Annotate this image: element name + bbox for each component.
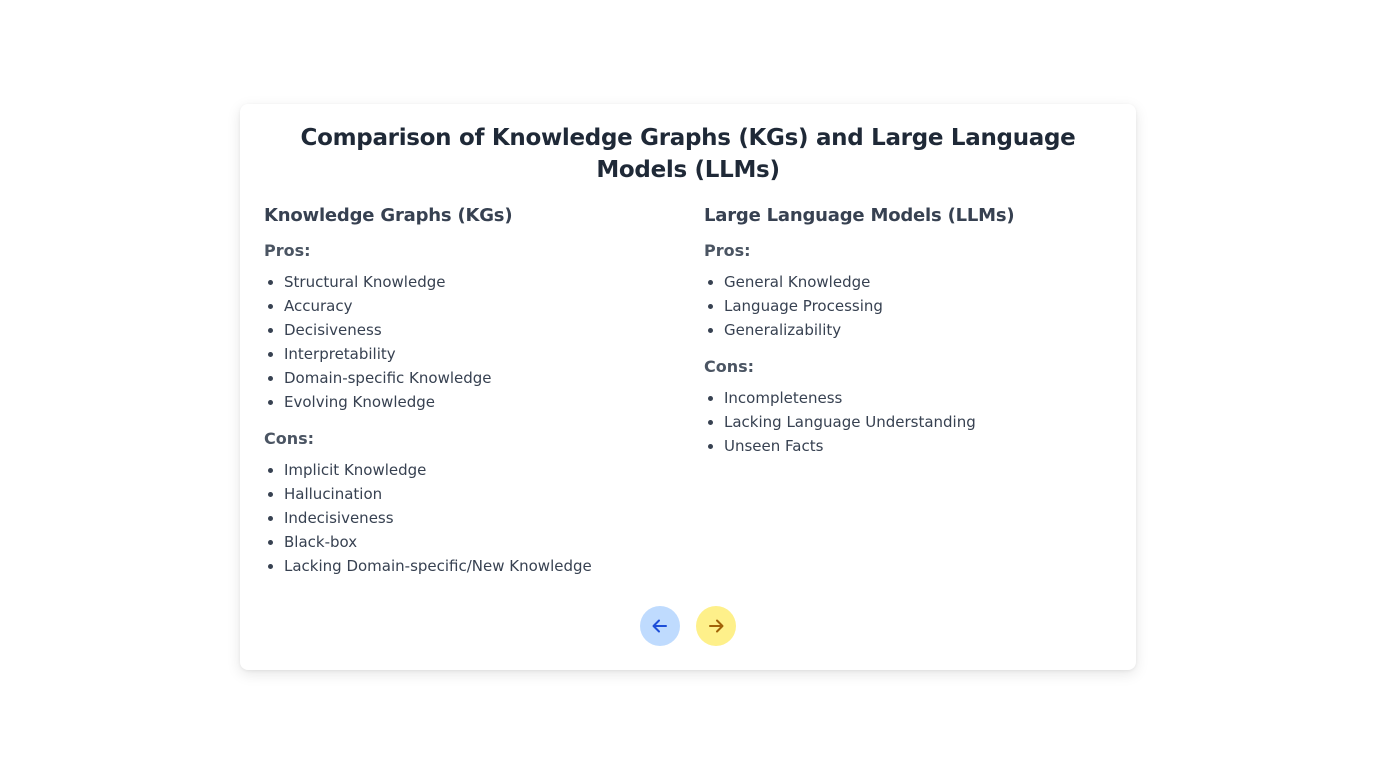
list-item: Structural Knowledge [284, 270, 684, 294]
kgs-cons-list: Implicit Knowledge Hallucination Indecis… [264, 458, 684, 578]
slide-navigation [240, 606, 1136, 646]
list-item: Accuracy [284, 294, 684, 318]
llms-heading: Large Language Models (LLMs) [704, 205, 1015, 226]
llms-column: Large Language Models (LLMs) Pros: Gener… [704, 204, 1124, 458]
llms-cons-list: Incompleteness Lacking Language Understa… [704, 386, 1124, 458]
list-item: Lacking Language Understanding [724, 410, 1124, 434]
kgs-pros-list: Structural Knowledge Accuracy Decisivene… [264, 270, 684, 414]
arrow-right-icon [709, 619, 724, 633]
next-button[interactable] [696, 606, 736, 646]
comparison-card: Comparison of Knowledge Graphs (KGs) and… [240, 104, 1136, 670]
list-item: Decisiveness [284, 318, 684, 342]
kgs-cons-label: Cons: [264, 429, 315, 448]
previous-button[interactable] [640, 606, 680, 646]
list-item: Evolving Knowledge [284, 390, 684, 414]
kgs-column: Knowledge Graphs (KGs) Pros: Structural … [264, 204, 684, 578]
list-item: Unseen Facts [724, 434, 1124, 458]
llms-pros-list: General Knowledge Language Processing Ge… [704, 270, 1124, 342]
arrow-left-icon [652, 619, 667, 633]
list-item: Language Processing [724, 294, 1124, 318]
list-item: Lacking Domain-specific/New Knowledge [284, 554, 684, 578]
page-title: Comparison of Knowledge Graphs (KGs) and… [300, 125, 1076, 183]
list-item: Domain-specific Knowledge [284, 366, 684, 390]
list-item: Hallucination [284, 482, 684, 506]
list-item: Interpretability [284, 342, 684, 366]
kgs-heading: Knowledge Graphs (KGs) [264, 205, 513, 226]
llms-cons-label: Cons: [704, 357, 755, 376]
list-item: Incompleteness [724, 386, 1124, 410]
kgs-pros-label: Pros: [264, 241, 311, 260]
list-item: Generalizability [724, 318, 1124, 342]
list-item: Indecisiveness [284, 506, 684, 530]
list-item: Implicit Knowledge [284, 458, 684, 482]
llms-pros-label: Pros: [704, 241, 751, 260]
list-item: Black-box [284, 530, 684, 554]
list-item: General Knowledge [724, 270, 1124, 294]
